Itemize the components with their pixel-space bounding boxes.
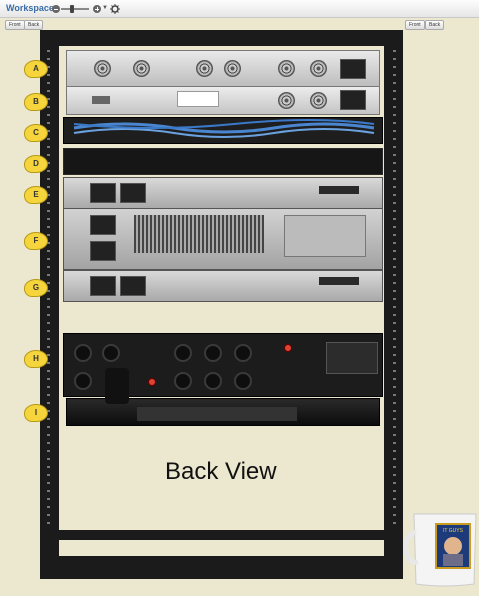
power-outlet bbox=[234, 344, 252, 362]
power-supply bbox=[120, 183, 146, 203]
back-view-button-right[interactable]: Back bbox=[425, 20, 445, 30]
device-label-sticker bbox=[177, 91, 219, 107]
patch-cables bbox=[73, 119, 375, 138]
fan-icon bbox=[224, 60, 241, 77]
fan-icon bbox=[278, 92, 295, 109]
right-rail-holes bbox=[393, 46, 396, 526]
zoom-in-icon[interactable] bbox=[93, 5, 101, 13]
rack-top-rail bbox=[40, 30, 403, 46]
unit-label-i[interactable]: I bbox=[24, 404, 48, 422]
rack-device-f[interactable] bbox=[63, 208, 383, 270]
console-port bbox=[92, 96, 110, 104]
rack-device-g[interactable] bbox=[63, 270, 383, 302]
power-outlet bbox=[204, 344, 222, 362]
rack-device-d-blank-panel[interactable] bbox=[63, 148, 383, 175]
zoom-out-icon[interactable] bbox=[52, 5, 60, 13]
unit-label-e[interactable]: E bbox=[24, 186, 48, 204]
power-inlet bbox=[340, 90, 366, 110]
breaker-indicator bbox=[284, 344, 292, 352]
unit-label-h[interactable]: H bbox=[24, 350, 48, 368]
ups-control-panel bbox=[326, 342, 378, 374]
power-supply bbox=[90, 241, 116, 261]
fan-icon bbox=[310, 60, 327, 77]
view-label: Back View bbox=[165, 458, 277, 485]
mug-caption: IT GUYS bbox=[443, 528, 464, 534]
vent-grille bbox=[134, 215, 264, 253]
breaker-indicator bbox=[148, 378, 156, 386]
toolbar: Workspace ▼ bbox=[0, 0, 479, 18]
front-view-button-left[interactable]: Front bbox=[5, 20, 25, 30]
fan-icon bbox=[278, 60, 295, 77]
power-outlet bbox=[74, 344, 92, 362]
front-view-button-right[interactable]: Front bbox=[405, 20, 425, 30]
rack-bottom-rail bbox=[40, 556, 403, 579]
pdu-strip bbox=[137, 407, 297, 421]
unit-label-c[interactable]: C bbox=[24, 124, 48, 142]
unit-label-d[interactable]: D bbox=[24, 155, 48, 173]
settings-icon[interactable] bbox=[110, 4, 120, 14]
power-outlet bbox=[174, 344, 192, 362]
unit-label-f[interactable]: F bbox=[24, 232, 48, 250]
fan-icon bbox=[196, 60, 213, 77]
power-supply bbox=[90, 183, 116, 203]
power-outlet bbox=[174, 372, 192, 390]
zoom-slider[interactable] bbox=[61, 5, 89, 13]
unit-label-a[interactable]: A bbox=[24, 60, 48, 78]
zoom-dropdown-caret-icon[interactable]: ▼ bbox=[102, 5, 108, 11]
unit-label-g[interactable]: G bbox=[24, 279, 48, 297]
rack-crossbar bbox=[40, 530, 403, 540]
rack-device-a[interactable] bbox=[66, 50, 380, 87]
rack-device-c[interactable] bbox=[63, 117, 383, 144]
network-ports bbox=[319, 277, 359, 285]
coffee-mug-image: IT GUYS bbox=[404, 513, 477, 587]
power-outlet bbox=[74, 372, 92, 390]
power-outlet bbox=[204, 372, 222, 390]
fan-icon bbox=[310, 92, 327, 109]
power-adapter bbox=[105, 368, 129, 404]
power-supply bbox=[90, 276, 116, 296]
expansion-card bbox=[284, 215, 366, 257]
back-view-button-left[interactable]: Back bbox=[24, 20, 44, 30]
power-outlet bbox=[234, 372, 252, 390]
power-outlet bbox=[102, 344, 120, 362]
power-supply bbox=[120, 276, 146, 296]
fan-icon bbox=[133, 60, 150, 77]
workspace-title: Workspace bbox=[6, 3, 54, 13]
fan-icon bbox=[94, 60, 111, 77]
network-ports bbox=[319, 186, 359, 194]
unit-label-b[interactable]: B bbox=[24, 93, 48, 111]
rack-device-e[interactable] bbox=[63, 177, 383, 209]
power-supply bbox=[90, 215, 116, 235]
zoom-slider-thumb[interactable] bbox=[70, 5, 74, 13]
rack-device-b[interactable] bbox=[66, 86, 380, 115]
power-inlet bbox=[340, 59, 366, 79]
